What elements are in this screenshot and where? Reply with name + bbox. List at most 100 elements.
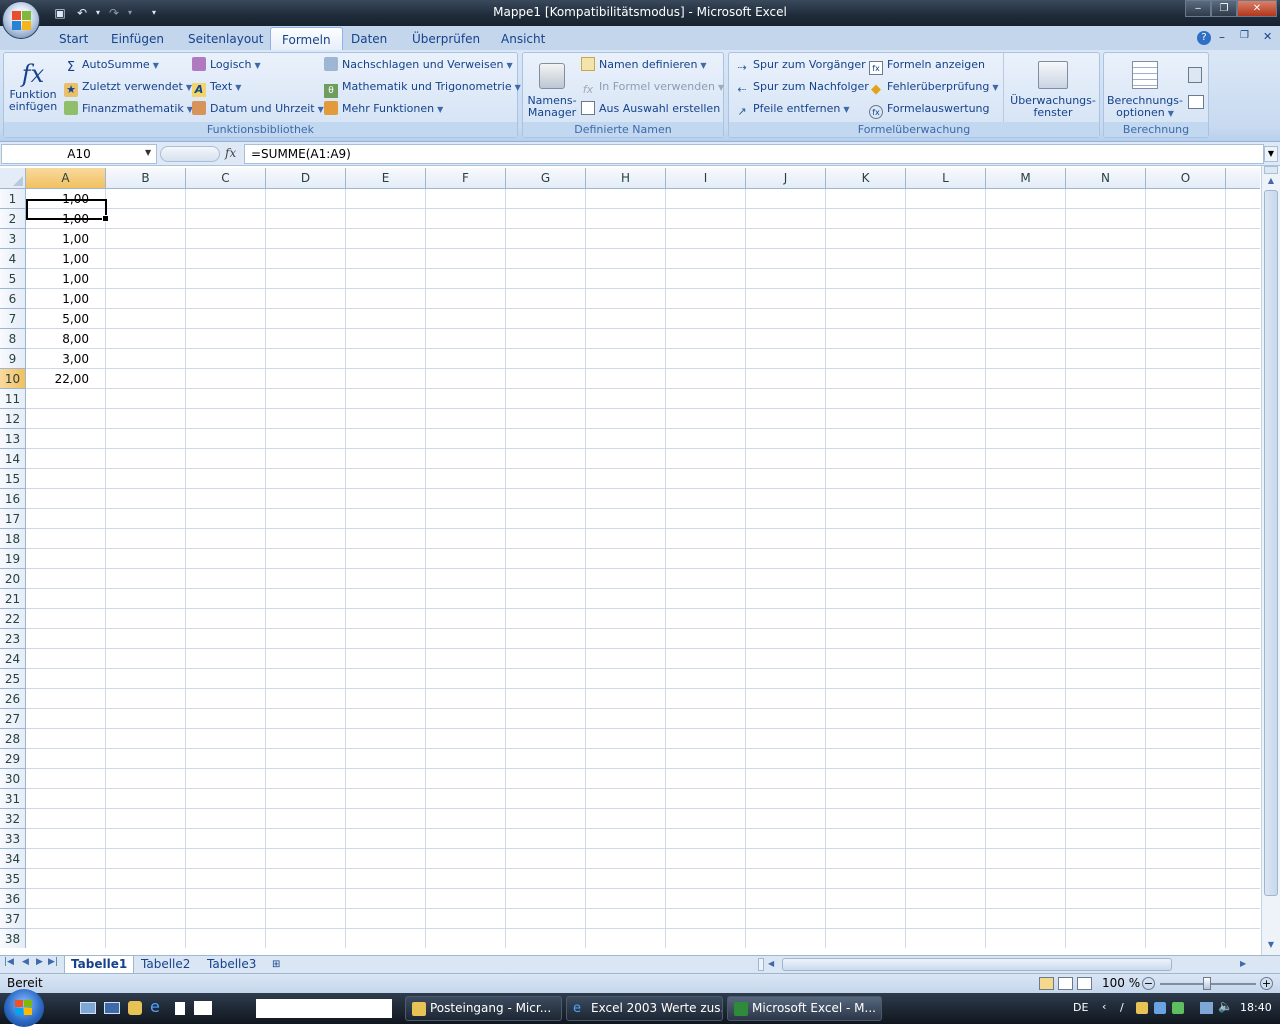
tray-expand-icon[interactable]: ‹	[1102, 1000, 1106, 1013]
logical-button[interactable]: Logisch ▼	[192, 56, 261, 74]
column-header-n[interactable]: N	[1066, 168, 1146, 189]
row-header-20[interactable]: 20	[0, 569, 26, 589]
redo-dropdown-icon[interactable]: ▾	[122, 5, 138, 21]
sheet-tab-tabelle3[interactable]: Tabelle3	[201, 956, 262, 974]
doc2-quicklaunch-icon[interactable]	[194, 1001, 212, 1015]
outlook-quicklaunch-icon[interactable]	[128, 1001, 142, 1015]
last-sheet-icon[interactable]: ▶|	[48, 957, 58, 967]
row-header-24[interactable]: 24	[0, 649, 26, 669]
column-header-e[interactable]: E	[346, 168, 426, 189]
redacted-task[interactable]	[256, 999, 392, 1018]
more-functions-button[interactable]: Mehr Funktionen ▼	[324, 100, 443, 118]
column-header-h[interactable]: H	[586, 168, 666, 189]
row-header-33[interactable]: 33	[0, 829, 26, 849]
cell-a3[interactable]: 1,00	[26, 229, 106, 249]
datetime-button[interactable]: Datum und Uhrzeit ▼	[192, 100, 324, 118]
row-header-27[interactable]: 27	[0, 709, 26, 729]
cell-a7[interactable]: 5,00	[26, 309, 106, 329]
tray-outlook-icon[interactable]	[1136, 1002, 1148, 1014]
active-cell-a10[interactable]	[26, 199, 109, 222]
row-header-34[interactable]: 34	[0, 849, 26, 869]
cell-a10[interactable]: 22,00	[26, 369, 106, 389]
row-header-30[interactable]: 30	[0, 769, 26, 789]
calculate-sheet-icon[interactable]	[1188, 95, 1204, 109]
zoom-level[interactable]: 100 %	[1102, 976, 1140, 990]
financial-button[interactable]: Finanzmathematik ▼	[64, 100, 193, 118]
trace-dependents-button[interactable]: ⇠ Spur zum Nachfolger	[735, 78, 868, 96]
formula-input[interactable]: =SUMME(A1:A9)	[244, 144, 1264, 164]
cell-a9[interactable]: 3,00	[26, 349, 106, 369]
sheet-tab-tabelle2[interactable]: Tabelle2	[135, 956, 196, 974]
remove-arrows-button[interactable]: ↗ Pfeile entfernen ▼	[735, 100, 849, 118]
tray-status-icon[interactable]	[1172, 1002, 1184, 1014]
name-manager-button[interactable]: Namens- Manager	[526, 59, 578, 119]
expand-formula-bar-icon[interactable]: ▼	[1264, 146, 1278, 162]
column-header-j[interactable]: J	[746, 168, 826, 189]
row-header-36[interactable]: 36	[0, 889, 26, 909]
undo-dropdown-icon[interactable]: ▾	[90, 5, 106, 21]
column-header-m[interactable]: M	[986, 168, 1066, 189]
row-header-23[interactable]: 23	[0, 629, 26, 649]
column-header-f[interactable]: F	[426, 168, 506, 189]
row-header-5[interactable]: 5	[0, 269, 26, 289]
insert-function-button[interactable]: fx Funktion einfügen	[6, 59, 60, 113]
zoom-slider-thumb[interactable]	[1203, 977, 1211, 990]
tab-ueberpruefen[interactable]: Überprüfen	[412, 32, 480, 46]
scroll-up-icon[interactable]: ▲	[1264, 176, 1278, 188]
zoom-in-icon[interactable]: +	[1260, 977, 1273, 990]
row-header-19[interactable]: 19	[0, 549, 26, 569]
vertical-scrollbar[interactable]: ▲ ▼	[1261, 166, 1280, 956]
row-header-1[interactable]: 1	[0, 189, 26, 209]
trace-precedents-button[interactable]: ⇢ Spur zum Vorgänger	[735, 56, 865, 74]
column-header-d[interactable]: D	[266, 168, 346, 189]
wb-restore-icon[interactable]: ❐	[1240, 30, 1249, 41]
horizontal-scroll-thumb[interactable]	[782, 958, 1172, 971]
tab-formeln[interactable]: Formeln	[270, 27, 343, 51]
minimize-button[interactable]: ‒	[1185, 0, 1211, 17]
network-icon[interactable]	[1200, 1002, 1213, 1014]
first-sheet-icon[interactable]: |◀	[4, 957, 14, 967]
error-check-button[interactable]: ◆ Fehlerüberprüfung ▼	[869, 78, 999, 97]
row-header-31[interactable]: 31	[0, 789, 26, 809]
row-header-22[interactable]: 22	[0, 609, 26, 629]
math-button[interactable]: θ Mathematik und Trigonometrie ▼	[324, 78, 521, 98]
wb-minimize-icon[interactable]: –	[1219, 30, 1225, 44]
scroll-left-icon[interactable]: ◀	[768, 959, 774, 968]
task-microsoft-excel[interactable]: Microsoft Excel - M...	[727, 996, 882, 1021]
autosum-button[interactable]: Σ AutoSumme ▼	[64, 56, 159, 75]
column-header-l[interactable]: L	[906, 168, 986, 189]
row-header-9[interactable]: 9	[0, 349, 26, 369]
row-header-2[interactable]: 2	[0, 209, 26, 229]
use-in-formula-button[interactable]: fx In Formel verwenden ▼	[581, 78, 724, 96]
column-header-g[interactable]: G	[506, 168, 586, 189]
close-button[interactable]: ✕	[1237, 0, 1277, 17]
clock[interactable]: 18:40	[1240, 1001, 1272, 1014]
wb-close-icon[interactable]: ✕	[1263, 30, 1272, 43]
row-header-10[interactable]: 10	[0, 369, 26, 389]
row-header-13[interactable]: 13	[0, 429, 26, 449]
tab-start[interactable]: Start	[59, 32, 88, 46]
row-header-35[interactable]: 35	[0, 869, 26, 889]
row-header-29[interactable]: 29	[0, 749, 26, 769]
calculate-now-icon[interactable]	[1188, 67, 1202, 83]
row-header-38[interactable]: 38	[0, 929, 26, 948]
language-indicator[interactable]: DE	[1073, 1001, 1088, 1014]
tab-split-handle[interactable]	[758, 958, 764, 971]
row-header-6[interactable]: 6	[0, 289, 26, 309]
column-header-k[interactable]: K	[826, 168, 906, 189]
save-icon[interactable]: ▣	[52, 5, 68, 21]
row-header-15[interactable]: 15	[0, 469, 26, 489]
tab-daten[interactable]: Daten	[351, 32, 387, 46]
page-break-view-icon[interactable]	[1077, 977, 1092, 990]
redo-icon[interactable]: ↷	[106, 5, 122, 21]
row-header-12[interactable]: 12	[0, 409, 26, 429]
row-header-7[interactable]: 7	[0, 309, 26, 329]
start-button[interactable]	[4, 989, 44, 1027]
row-header-17[interactable]: 17	[0, 509, 26, 529]
column-header-b[interactable]: B	[106, 168, 186, 189]
tab-einfuegen[interactable]: Einfügen	[111, 32, 164, 46]
column-header-o[interactable]: O	[1146, 168, 1226, 189]
watch-window-button[interactable]: Überwachungs- fenster	[1009, 59, 1097, 119]
split-box[interactable]	[1264, 166, 1278, 174]
next-sheet-icon[interactable]: ▶	[36, 957, 43, 967]
